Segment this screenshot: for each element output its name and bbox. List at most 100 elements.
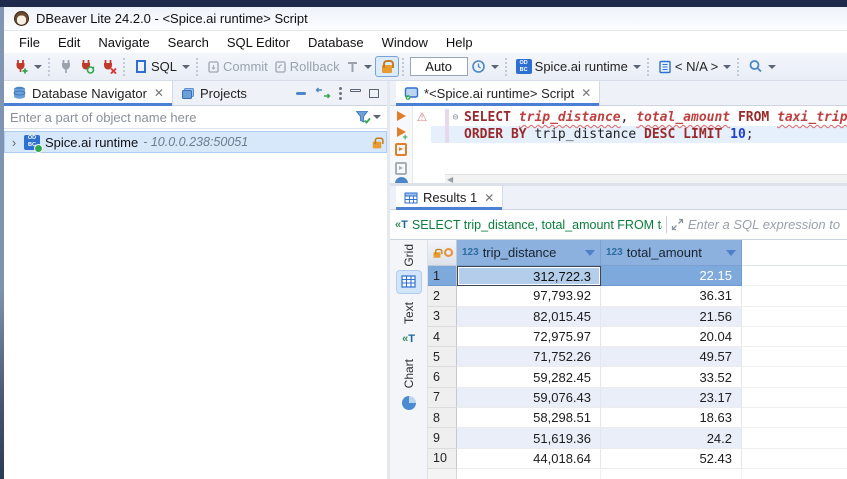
editor-horizontal-scrollbar[interactable]: ◀ <box>445 174 847 183</box>
table-row[interactable]: 2 97,793.92 36.31 <box>428 286 847 306</box>
chevron-down-icon[interactable] <box>491 65 499 69</box>
menu-sql-editor[interactable]: SQL Editor <box>218 33 299 52</box>
warning-icon: ⚠ <box>417 110 428 124</box>
chevron-down-icon[interactable] <box>182 65 190 69</box>
menu-edit[interactable]: Edit <box>49 33 89 52</box>
execute-statement-button[interactable] <box>397 111 406 121</box>
plug-reconnect-icon <box>79 59 95 74</box>
chevron-down-icon[interactable] <box>34 65 42 69</box>
tab-results-1[interactable]: Results 1 ✕ <box>396 186 503 210</box>
new-sql-editor-button[interactable]: SQL <box>131 57 193 76</box>
header-filler <box>742 240 847 266</box>
sql-script-icon <box>404 87 419 100</box>
chevron-down-icon[interactable] <box>373 115 381 119</box>
tab-projects[interactable]: Projects <box>173 81 255 106</box>
expand-chevron-icon[interactable]: › <box>9 135 19 150</box>
menu-navigate[interactable]: Navigate <box>89 33 158 52</box>
active-schema-selector[interactable]: < N/A > <box>655 57 734 76</box>
numeric-type-icon: 123 <box>606 247 623 258</box>
minimize-view-icon[interactable] <box>350 89 361 92</box>
results-query-text[interactable]: SELECT trip_distance, total_amount FROM … <box>412 218 662 232</box>
table-row[interactable]: 3 82,015.45 21.56 <box>428 307 847 327</box>
table-row[interactable]: 10 44,018.64 52.43 <box>428 449 847 469</box>
column-header-trip-distance[interactable]: 123 trip_distance <box>457 240 601 266</box>
chevron-down-icon[interactable] <box>723 65 731 69</box>
schema-icon <box>658 60 672 74</box>
readonly-lock-icon <box>433 252 440 258</box>
toolbar-separator <box>123 58 128 76</box>
tab-grid[interactable]: Grid <box>397 244 421 293</box>
table-row[interactable]: 6 59,282.45 33.52 <box>428 367 847 387</box>
table-row[interactable]: 5 71,752.26 49.57 <box>428 347 847 367</box>
plug-new-icon <box>13 59 29 74</box>
table-row[interactable]: 8 58,298.51 18.63 <box>428 408 847 428</box>
table-row[interactable]: 9 51,619.36 24.2 <box>428 428 847 448</box>
grid-icon <box>404 192 418 204</box>
filter-expression-input[interactable]: Enter a SQL expression to <box>688 217 847 232</box>
code-line-1[interactable]: ⊖ SELECT trip_distance, total_amount FRO… <box>431 109 847 126</box>
chevron-down-icon[interactable] <box>768 65 776 69</box>
close-icon[interactable]: ✕ <box>484 191 494 205</box>
commit-mode-combo[interactable]: Auto <box>410 57 468 76</box>
object-filter-input[interactable]: Enter a part of object name here <box>10 110 355 125</box>
column-filter-icon[interactable] <box>585 250 595 256</box>
readonly-ring-icon <box>444 248 453 257</box>
tab-chart[interactable]: Chart <box>397 359 421 414</box>
grid-corner-cell[interactable] <box>428 240 457 266</box>
execute-script-new-tab-button[interactable] <box>395 162 407 175</box>
presentation-tabs: Grid Text «T Chart <box>390 240 428 479</box>
table-row[interactable]: 7 59,076.43 23.17 <box>428 388 847 408</box>
chevron-down-icon[interactable] <box>633 65 641 69</box>
menu-file[interactable]: File <box>10 33 49 52</box>
execute-script-button[interactable] <box>395 143 407 156</box>
transaction-history-button[interactable] <box>468 57 502 76</box>
disconnect-button[interactable] <box>98 57 120 76</box>
execute-new-tab-button[interactable] <box>397 127 406 137</box>
grid-header-row: 123 trip_distance 123 total_amount <box>428 240 847 266</box>
code-area[interactable]: ⊖ SELECT trip_distance, total_amount FRO… <box>431 106 847 183</box>
code-line-2[interactable]: ORDER BY trip_distance DESC LIMIT 10; <box>431 126 847 143</box>
rollback-icon <box>274 60 287 74</box>
focused-cell[interactable]: 312,722.3 <box>457 266 601 286</box>
text-presentation-icon: «T <box>402 333 415 345</box>
filter-funnel-icon[interactable] <box>355 110 371 124</box>
link-with-editor-icon[interactable] <box>315 87 331 99</box>
connection-lock-toggle[interactable] <box>375 56 399 77</box>
view-menu-icon[interactable] <box>339 87 342 100</box>
connect-button[interactable] <box>56 57 76 76</box>
explain-plan-button[interactable] <box>395 177 408 183</box>
tab-database-navigator[interactable]: Database Navigator ✕ <box>4 81 173 106</box>
expand-filter-icon[interactable] <box>671 218 684 231</box>
tab-sql-script[interactable]: *<Spice.ai runtime> Script ✕ <box>396 81 600 106</box>
column-filter-icon[interactable] <box>726 250 736 256</box>
object-filter-row: Enter a part of object name here <box>4 106 387 129</box>
toolbar-separator <box>48 58 53 76</box>
sql-editor[interactable]: ⚠ ⊖ SELECT trip_distance, total_amount F… <box>390 106 847 186</box>
close-icon[interactable]: ✕ <box>154 86 164 100</box>
commit-button[interactable]: Commit <box>204 57 271 76</box>
new-connection-button[interactable] <box>10 57 45 76</box>
tab-text[interactable]: Text «T <box>397 302 421 350</box>
active-connection-selector[interactable]: ODBC Spice.ai runtime <box>513 57 644 76</box>
main-toolbar: SQL Commit Rollback Auto ODBC <box>4 53 847 81</box>
menu-database[interactable]: Database <box>299 33 373 52</box>
close-icon[interactable]: ✕ <box>581 86 591 100</box>
transaction-log-button[interactable] <box>343 58 375 76</box>
menu-search[interactable]: Search <box>159 33 218 52</box>
column-header-total-amount[interactable]: 123 total_amount <box>601 240 742 266</box>
table-row[interactable]: 1 312,722.3 22.15 <box>428 266 847 286</box>
maximize-view-icon[interactable] <box>369 89 379 98</box>
rollback-button[interactable]: Rollback <box>271 57 343 76</box>
table-row[interactable]: 4 72,975.97 20.04 <box>428 327 847 347</box>
menu-help[interactable]: Help <box>437 33 482 52</box>
projects-icon <box>181 87 195 100</box>
connection-tree-item[interactable]: › ODBC Spice.ai runtime - 10.0.0.238:500… <box>4 131 387 153</box>
chevron-down-icon[interactable] <box>364 65 372 69</box>
reconnect-button[interactable] <box>76 57 98 76</box>
collapse-all-icon[interactable] <box>295 90 307 96</box>
fold-collapse-icon[interactable]: ⊖ <box>449 109 462 126</box>
menu-window[interactable]: Window <box>373 33 437 52</box>
title-bar[interactable]: DBeaver Lite 24.2.0 - <Spice.ai runtime>… <box>4 7 847 31</box>
toolbar-separator <box>647 58 652 76</box>
search-button[interactable] <box>745 57 779 76</box>
